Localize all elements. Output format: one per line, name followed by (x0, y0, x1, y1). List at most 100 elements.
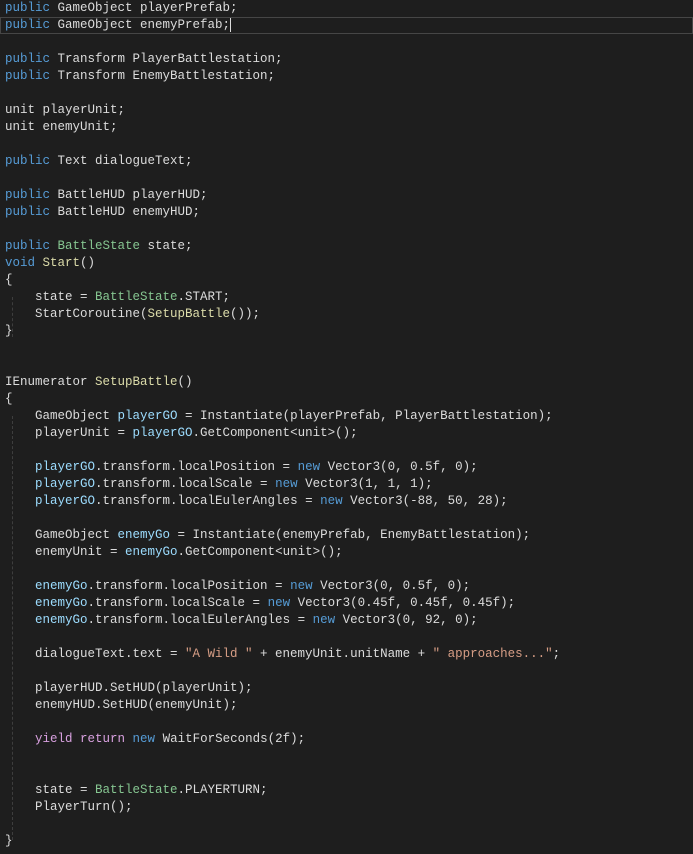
code-token: { (5, 392, 13, 406)
keyword-token: void (5, 256, 36, 270)
method-token: Start (42, 256, 81, 270)
code-line[interactable]: unit playerUnit; (0, 102, 693, 119)
code-line[interactable] (0, 357, 693, 374)
code-line[interactable]: { (0, 272, 693, 289)
variable-token: playerGO (132, 426, 193, 440)
code-line[interactable]: playerHUD.SetHUD(playerUnit); (0, 680, 693, 697)
code-line[interactable]: unit enemyUnit; (0, 119, 693, 136)
code-line[interactable]: StartCoroutine(SetupBattle()); (0, 306, 693, 323)
code-line[interactable]: GameObject playerGO = Instantiate(player… (0, 408, 693, 425)
code-line[interactable]: playerGO.transform.localEulerAngles = ne… (0, 493, 693, 510)
code-line[interactable]: public Transform EnemyBattlestation; (0, 68, 693, 85)
keyword-token: public (5, 154, 51, 168)
code-line[interactable] (0, 442, 693, 459)
code-line[interactable] (0, 816, 693, 833)
code-line[interactable]: public BattleHUD playerHUD; (0, 187, 693, 204)
code-line[interactable] (0, 629, 693, 646)
code-line[interactable]: playerGO.transform.localScale = new Vect… (0, 476, 693, 493)
code-token: GameObject (5, 528, 118, 542)
keyword-token: public (5, 1, 51, 15)
code-line[interactable]: enemyHUD.SetHUD(enemyUnit); (0, 697, 693, 714)
code-line[interactable]: PlayerTurn(); (0, 799, 693, 816)
code-line[interactable]: { (0, 391, 693, 408)
code-token: BattleHUD enemyHUD; (50, 205, 201, 219)
code-token: state = (5, 783, 96, 797)
code-token: enemyUnit = (5, 545, 126, 559)
code-line[interactable]: enemyGo.transform.localPosition = new Ve… (0, 578, 693, 595)
code-line[interactable]: public BattleHUD enemyHUD; (0, 204, 693, 221)
control-keyword: yield return (35, 732, 126, 746)
keyword-token: public (5, 18, 51, 32)
code-line[interactable]: IEnumerator SetupBattle() (0, 374, 693, 391)
text-caret (230, 17, 232, 33)
variable-token: enemyGo (35, 579, 88, 593)
code-token: enemyHUD.SetHUD(enemyUnit); (5, 698, 238, 712)
code-token: } (5, 834, 13, 848)
type-token: BattleState (57, 239, 141, 253)
code-token: = Instantiate(playerPrefab, PlayerBattle… (177, 409, 553, 423)
code-line[interactable] (0, 765, 693, 782)
code-line[interactable]: playerUnit = playerGO.GetComponent<unit>… (0, 425, 693, 442)
code-line[interactable]: state = BattleState.PLAYERTURN; (0, 782, 693, 799)
code-line[interactable] (0, 748, 693, 765)
code-line[interactable]: yield return new WaitForSeconds(2f); (0, 731, 693, 748)
code-token: .transform.localScale = (87, 596, 268, 610)
code-token: } (5, 324, 13, 338)
keyword-token: new (132, 732, 156, 746)
code-line[interactable]: } (0, 323, 693, 340)
type-token: BattleState (95, 783, 178, 797)
code-line[interactable]: state = BattleState.START; (0, 289, 693, 306)
code-token: Vector3(0.45f, 0.45f, 0.45f); (290, 596, 516, 610)
variable-token: enemyGo (117, 528, 171, 542)
variable-token: playerGO (117, 409, 178, 423)
keyword-token: public (5, 239, 51, 253)
code-token: .transform.localPosition = (87, 579, 291, 593)
method-token: SetupBattle (147, 307, 231, 321)
code-token: .transform.localEulerAngles = (95, 494, 321, 508)
code-line[interactable]: void Start() (0, 255, 693, 272)
code-token: Vector3(0, 0.5f, 0); (320, 460, 478, 474)
code-line[interactable] (0, 561, 693, 578)
code-line[interactable] (0, 136, 693, 153)
code-line[interactable]: enemyUnit = enemyGo.GetComponent<unit>()… (0, 544, 693, 561)
variable-token: enemyGo (35, 596, 88, 610)
code-line[interactable]: } (0, 833, 693, 850)
code-line[interactable] (0, 663, 693, 680)
code-line[interactable] (0, 340, 693, 357)
code-token: playerHUD.SetHUD(playerUnit); (5, 681, 253, 695)
keyword-token: public (5, 188, 51, 202)
code-line[interactable] (0, 510, 693, 527)
code-line[interactable]: dialogueText.text = "A Wild " + enemyUni… (0, 646, 693, 663)
keyword-token: new (290, 579, 313, 593)
code-line[interactable]: public GameObject playerPrefab; (0, 0, 693, 17)
code-token: = Instantiate(enemyPrefab, EnemyBattlest… (170, 528, 531, 542)
keyword-token: public (5, 69, 51, 83)
code-token: BattleHUD playerHUD; (50, 188, 208, 202)
code-token: state = (5, 290, 96, 304)
code-line[interactable] (0, 85, 693, 102)
code-line[interactable]: enemyGo.transform.localScale = new Vecto… (0, 595, 693, 612)
string-literal: " approaches..." (432, 647, 553, 661)
code-token: StartCoroutine( (5, 307, 148, 321)
code-line[interactable]: public BattleState state; (0, 238, 693, 255)
method-token: SetupBattle (95, 375, 178, 389)
code-line[interactable]: public Transform PlayerBattlestation; (0, 51, 693, 68)
code-line[interactable] (0, 34, 693, 51)
code-line[interactable] (0, 221, 693, 238)
code-line[interactable] (0, 714, 693, 731)
code-token: () (80, 256, 96, 270)
code-line-current[interactable]: public GameObject enemyPrefab; (0, 17, 693, 34)
code-line[interactable]: playerGO.transform.localPosition = new V… (0, 459, 693, 476)
keyword-token: public (5, 52, 51, 66)
code-line[interactable] (0, 170, 693, 187)
code-line[interactable]: enemyGo.transform.localEulerAngles = new… (0, 612, 693, 629)
code-line[interactable]: GameObject enemyGo = Instantiate(enemyPr… (0, 527, 693, 544)
code-editor[interactable]: public GameObject playerPrefab; public Ga… (0, 0, 693, 854)
code-token: state; (140, 239, 193, 253)
code-token: .transform.localScale = (95, 477, 276, 491)
code-line[interactable]: public Text dialogueText; (0, 153, 693, 170)
keyword-token: new (275, 477, 298, 491)
